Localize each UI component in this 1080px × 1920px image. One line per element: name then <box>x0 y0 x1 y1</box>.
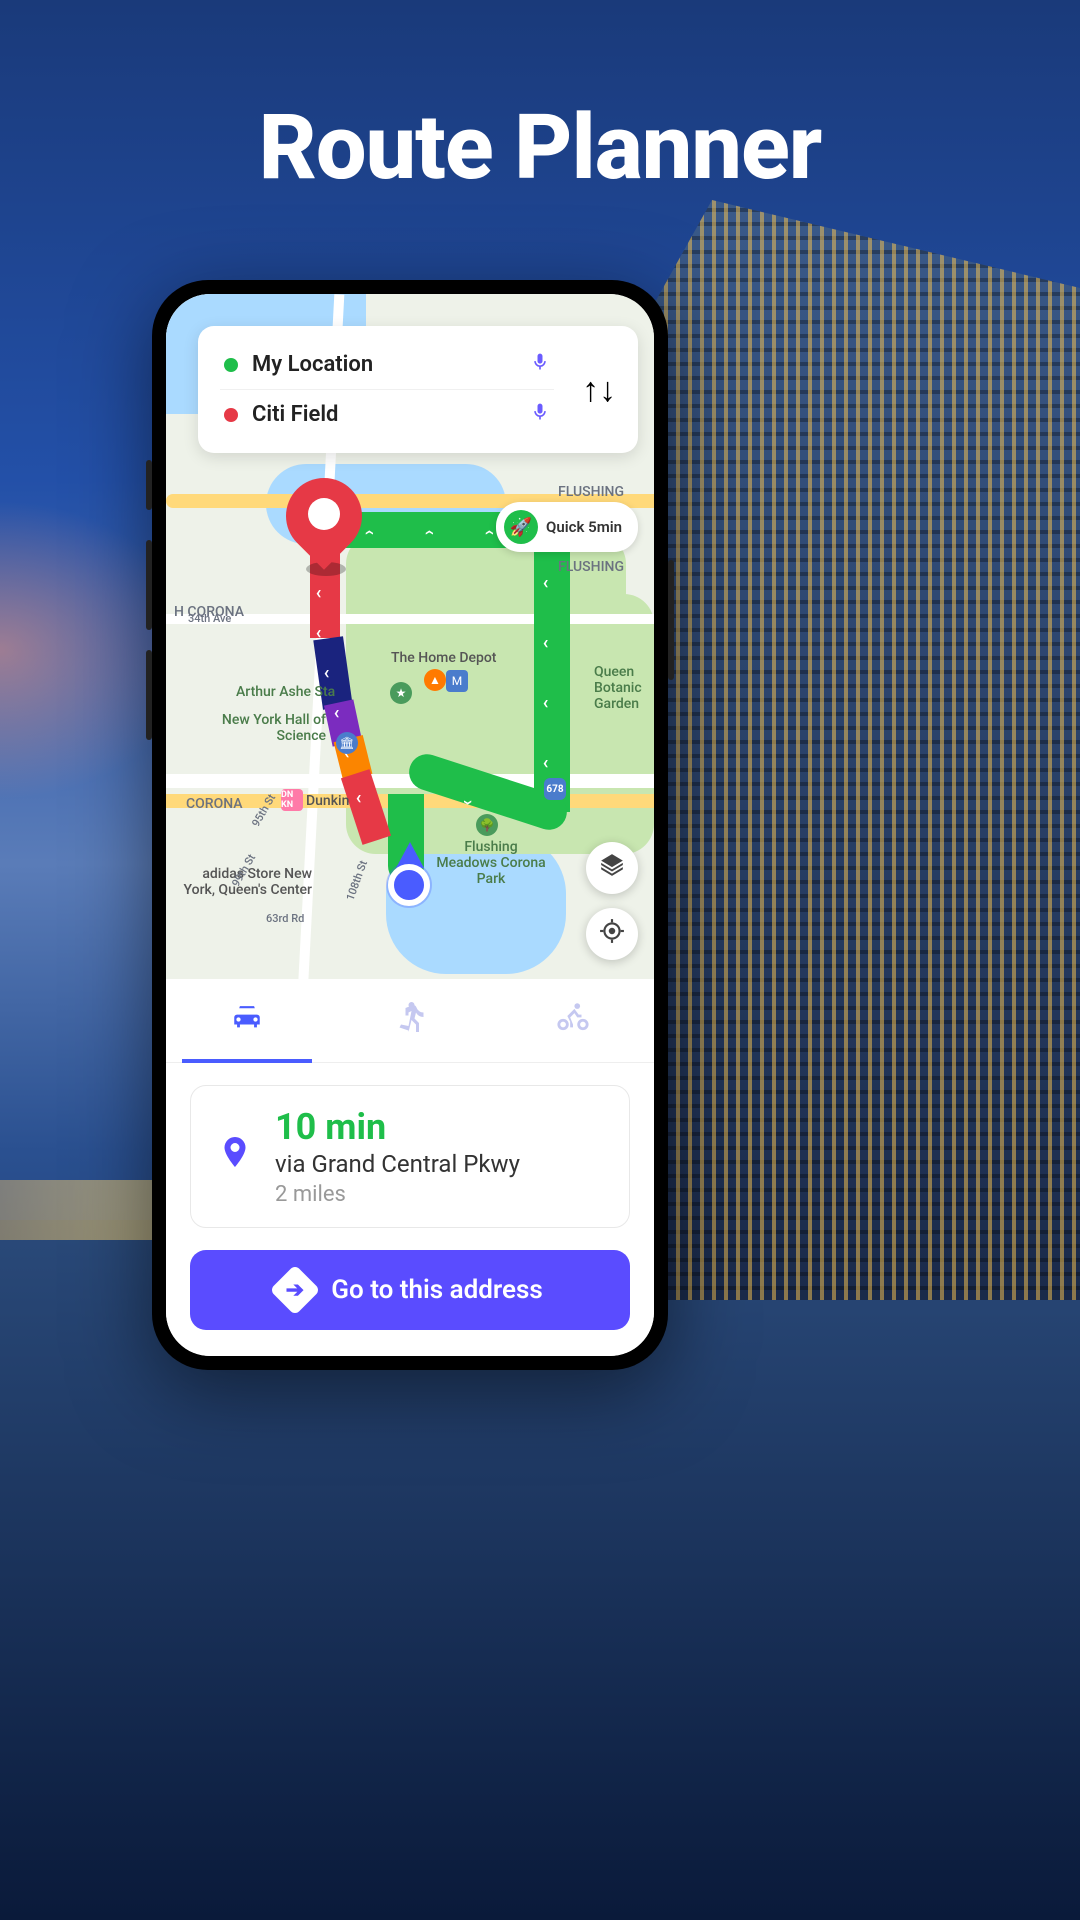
tab-car[interactable] <box>166 979 329 1062</box>
swap-icon: ↑↓ <box>582 370 616 410</box>
route-summary-card[interactable]: 10 min via Grand Central Pkwy 2 miles <box>190 1085 630 1228</box>
bike-icon <box>491 999 654 1042</box>
current-location-dot-icon[interactable] <box>388 864 430 906</box>
origin-dot-icon <box>224 358 238 372</box>
destination-dot-icon <box>224 408 238 422</box>
promo-background: Route Planner <box>0 0 1080 1920</box>
walk-icon <box>329 999 492 1044</box>
directions-icon: ➔ <box>270 1265 321 1316</box>
rocket-icon: 🚀 <box>504 510 538 544</box>
poi-icon: 🌳 <box>476 814 498 836</box>
mic-icon[interactable] <box>530 400 550 429</box>
layers-icon <box>599 852 625 884</box>
destination-label: Citi Field <box>252 402 516 427</box>
map-label: 34th Ave <box>188 612 231 625</box>
mic-icon[interactable] <box>530 350 550 379</box>
route-distance: 2 miles <box>275 1182 603 1207</box>
poi-icon: DN KN <box>281 789 303 811</box>
map-label: 63rd Rd <box>266 912 304 925</box>
poi-icon: M <box>446 670 468 692</box>
phone-screen: › › › › › › › › › › › › › › FLUSHING FLU… <box>166 294 654 1356</box>
poi-icon: ▲ <box>424 669 446 691</box>
go-button-label: Go to this address <box>331 1275 542 1305</box>
quick-route-label: Quick 5min <box>546 519 622 536</box>
map-label: New York Hall of Science <box>196 712 326 744</box>
destination-pin-icon[interactable] <box>286 478 362 568</box>
my-location-button[interactable] <box>586 908 638 960</box>
map-label: FLUSHING <box>558 559 624 575</box>
poi-icon: ★ <box>390 682 412 704</box>
origin-field[interactable]: My Location <box>220 340 554 389</box>
route-segment-green <box>534 512 570 812</box>
map-label: 108th St <box>344 859 370 903</box>
map-layers-button[interactable] <box>586 842 638 894</box>
tab-bike[interactable] <box>491 979 654 1062</box>
quick-route-badge[interactable]: 🚀 Quick 5min <box>496 502 638 552</box>
tab-walk[interactable] <box>329 979 492 1062</box>
location-pin-icon <box>217 1130 253 1184</box>
origin-label: My Location <box>252 352 516 377</box>
poi-icon: 🏛 <box>336 732 358 754</box>
bottom-panel: 10 min via Grand Central Pkwy 2 miles ➔ … <box>166 979 654 1356</box>
map-label: Queen Botanic Garden <box>594 664 654 712</box>
map-label: FLUSHING <box>558 484 624 500</box>
page-title: Route Planner <box>0 95 1080 200</box>
destination-field[interactable]: Citi Field <box>220 389 554 439</box>
map-label: Dunkin <box>306 793 349 809</box>
transport-tabs <box>166 979 654 1063</box>
map-label: CORONA <box>186 796 243 812</box>
go-to-address-button[interactable]: ➔ Go to this address <box>190 1250 630 1330</box>
highway-shield: 678 <box>544 778 566 800</box>
route-via: via Grand Central Pkwy <box>275 1150 603 1178</box>
crosshair-icon <box>599 918 625 950</box>
map-label: Arthur Ashe Sta <box>236 684 335 700</box>
route-search-card: My Location Citi Field ↑↓ <box>198 326 638 453</box>
phone-frame: › › › › › › › › › › › › › › FLUSHING FLU… <box>152 280 668 1370</box>
car-icon <box>166 999 329 1042</box>
route-time: 10 min <box>275 1106 603 1148</box>
swap-button[interactable]: ↑↓ <box>564 370 626 410</box>
map-label: Flushing Meadows Corona Park <box>436 839 546 887</box>
map-label: The Home Depot <box>391 650 496 666</box>
